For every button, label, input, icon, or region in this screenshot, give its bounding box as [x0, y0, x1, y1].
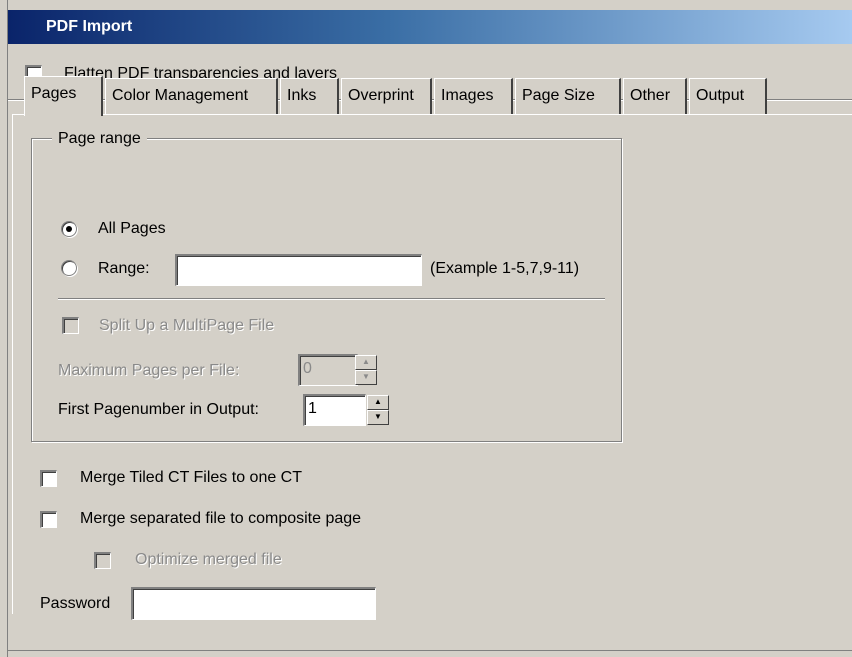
max-pages-label: Maximum Pages per File:: [58, 362, 240, 379]
range-example: (Example 1-5,7,9-11): [430, 260, 580, 277]
first-page-down-icon[interactable]: ▼: [367, 410, 389, 425]
optimize-merged-label: Optimize merged file: [135, 551, 282, 568]
tab-page-size[interactable]: Page Size: [515, 78, 621, 114]
window-title: PDF Import: [46, 18, 133, 35]
all-pages-radio[interactable]: [61, 221, 77, 237]
tab-color-management[interactable]: Color Management: [105, 78, 278, 114]
first-page-input[interactable]: 1: [303, 394, 366, 426]
tab-overprint[interactable]: Overprint: [341, 78, 432, 114]
range-input[interactable]: [175, 254, 422, 286]
tab-pages-label: Pages: [31, 85, 77, 102]
tab-output[interactable]: Output: [689, 78, 767, 114]
tab-output-label: Output: [696, 87, 745, 104]
tab-overprint-label: Overprint: [348, 87, 414, 104]
tab-inks-label: Inks: [287, 87, 317, 104]
tab-other-label: Other: [630, 87, 671, 104]
max-pages-down-icon[interactable]: ▼: [355, 370, 377, 385]
merge-tiled-label: Merge Tiled CT Files to one CT: [80, 469, 303, 486]
tab-page-size-label: Page Size: [522, 87, 595, 104]
page-range-legend: Page range: [52, 130, 147, 148]
range-label: Range:: [98, 260, 150, 277]
tab-color-management-label: Color Management: [112, 87, 249, 104]
tab-pages[interactable]: Pages: [24, 76, 103, 116]
first-page-up-icon[interactable]: ▲: [367, 395, 389, 410]
all-pages-label: All Pages: [98, 220, 166, 237]
password-input[interactable]: [131, 587, 376, 620]
merge-tiled-checkbox[interactable]: [40, 470, 57, 487]
tab-other[interactable]: Other: [623, 78, 687, 114]
tab-images[interactable]: Images: [434, 78, 513, 114]
bottom-border: [8, 650, 852, 651]
optimize-merged-checkbox[interactable]: [94, 552, 111, 569]
max-pages-input[interactable]: 0: [298, 354, 358, 386]
window-title-bar: PDF Import: [8, 10, 852, 44]
max-pages-up-icon[interactable]: ▲: [355, 355, 377, 370]
tab-inks[interactable]: Inks: [280, 78, 339, 114]
first-page-label: First Pagenumber in Output:: [58, 401, 259, 418]
split-multipage-checkbox[interactable]: [62, 317, 79, 334]
range-radio[interactable]: [61, 260, 77, 276]
group-separator: [58, 298, 605, 300]
first-page-spinner[interactable]: ▲ ▼: [367, 395, 389, 425]
radio-selected-dot: [66, 226, 72, 232]
tab-images-label: Images: [441, 87, 494, 104]
merge-separated-checkbox[interactable]: [40, 511, 57, 528]
max-pages-spinner[interactable]: ▲ ▼: [355, 355, 377, 385]
merge-separated-label: Merge separated file to composite page: [80, 510, 362, 527]
window-frame: [0, 0, 8, 657]
password-label: Password: [40, 595, 111, 612]
split-multipage-label: Split Up a MultiPage File: [99, 317, 275, 334]
